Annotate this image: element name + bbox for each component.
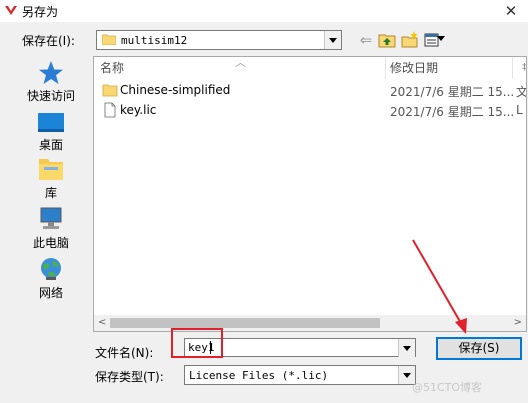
sort-indicator-icon: ︿	[235, 56, 246, 69]
filetype-label: 保存类型(T):	[95, 370, 164, 384]
save-in-value: multisim12	[121, 34, 188, 47]
place-library[interactable]: 库	[14, 156, 88, 200]
network-icon	[41, 258, 61, 280]
file-row[interactable]: key.lic 2021/7/6 星期二 15... L	[94, 100, 526, 120]
back-button[interactable]: ⇐	[356, 30, 376, 50]
window-title: 另存为	[22, 5, 59, 19]
place-desktop[interactable]: 桌面	[14, 108, 88, 152]
folder-icon	[102, 34, 116, 45]
place-label: 库	[44, 186, 57, 200]
file-extra: L	[516, 103, 523, 117]
scrollbar-thumb[interactable]	[110, 318, 380, 328]
up-folder-icon[interactable]	[377, 30, 397, 50]
computer-icon	[40, 207, 62, 229]
horizontal-scrollbar[interactable]: < >	[94, 315, 526, 331]
scroll-right-icon[interactable]: >	[514, 317, 522, 328]
chevron-down-icon[interactable]	[324, 31, 341, 49]
desktop-icon	[38, 113, 64, 132]
app-logo-icon	[5, 6, 17, 15]
annotation-highlight-box	[171, 328, 223, 358]
folder-icon	[102, 84, 118, 97]
title-bar: 另存为 ✕	[0, 0, 528, 22]
column-header-more[interactable]: ‡	[522, 62, 526, 73]
column-header-name[interactable]: 名称	[100, 57, 124, 79]
save-in-label: 保存在(I):	[22, 34, 75, 48]
place-label: 桌面	[38, 138, 63, 152]
library-icon	[39, 159, 63, 180]
filetype-dropdown[interactable]: License Files (*.lic)	[184, 365, 416, 385]
place-label: 快速访问	[26, 89, 75, 103]
file-name: key.lic	[120, 103, 157, 117]
place-label: 此电脑	[32, 236, 69, 250]
file-extra: 文	[516, 85, 527, 99]
filetype-value: License Files (*.lic)	[189, 369, 329, 382]
places-bar: 快速访问 桌面 库 此电脑 网络	[14, 58, 88, 328]
view-dropdown-arrow-icon[interactable]	[437, 36, 445, 41]
new-folder-icon[interactable]	[400, 30, 420, 50]
place-quick-access[interactable]: 快速访问	[14, 58, 88, 103]
file-icon	[104, 102, 116, 118]
file-list[interactable]: ︿ 名称 修改日期 ‡ Chinese-simplified 2021/7/6 …	[93, 56, 527, 332]
place-this-pc[interactable]: 此电脑	[14, 206, 88, 250]
star-icon	[39, 61, 63, 84]
file-name: Chinese-simplified	[120, 83, 231, 97]
column-header-date[interactable]: 修改日期	[390, 57, 438, 79]
column-divider[interactable]	[385, 57, 386, 79]
watermark: @51CTO博客	[412, 381, 483, 394]
file-date: 2021/7/6 星期二 15...	[390, 105, 515, 119]
scroll-left-icon[interactable]: <	[98, 317, 106, 328]
save-in-dropdown[interactable]: multisim12	[96, 30, 342, 50]
file-row[interactable]: Chinese-simplified 2021/7/6 星期二 15... 文	[94, 80, 527, 100]
filename-label: 文件名(N):	[95, 346, 154, 360]
place-network[interactable]: 网络	[14, 256, 88, 300]
close-button[interactable]: ✕	[494, 0, 528, 22]
file-date: 2021/7/6 星期二 15...	[390, 85, 515, 99]
save-button[interactable]: 保存(S)	[436, 337, 522, 360]
chevron-down-icon[interactable]	[398, 339, 415, 357]
column-divider[interactable]	[512, 57, 513, 79]
place-label: 网络	[38, 286, 63, 300]
